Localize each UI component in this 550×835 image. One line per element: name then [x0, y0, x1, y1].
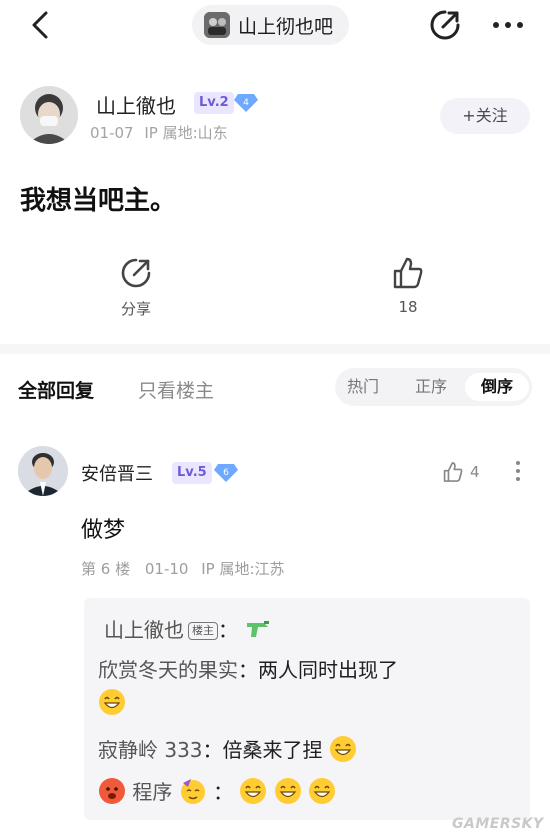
tab-host-only[interactable]: 只看楼主: [138, 376, 214, 403]
like-action[interactable]: 18: [373, 256, 443, 316]
sub-reply-3: 寂静岭 333：倍桑来了捏: [98, 734, 357, 763]
share-icon: [121, 258, 151, 288]
grin-sweat-emoji-icon: [329, 736, 356, 762]
diamond-badge-icon: 4: [234, 94, 258, 112]
post-title: 我想当吧主。: [20, 186, 177, 216]
comment-more-icon[interactable]: [510, 458, 526, 484]
like-count: 18: [398, 298, 418, 316]
post-meta: 01-07 IP 属地:山东: [90, 122, 228, 143]
author-avatar[interactable]: [20, 86, 78, 144]
comment-date: 01-10: [144, 560, 189, 578]
sort-descending[interactable]: 倒序: [465, 373, 529, 401]
sub-reply-author[interactable]: 欣赏冬天的果实: [98, 658, 238, 682]
hot-face-emoji-icon: [99, 778, 125, 804]
comment-like-count: 4: [470, 463, 480, 481]
grin-sweat-emoji-icon: [240, 778, 267, 804]
grin-sweat-emoji-icon: [274, 778, 301, 804]
author-name[interactable]: 山上徹也: [96, 90, 176, 119]
sub-replies[interactable]: 山上徹也 楼主： 欣赏冬天的果实：两人同时出现了 寂静岭 333：倍桑来了捏 程…: [84, 598, 530, 820]
sort-toggle: 热门 正序 倒序: [335, 368, 532, 406]
comment-item: 安倍晋三 Lv.5 6 4 做梦 第 6 楼 01-10 IP 属地:江苏 山上…: [18, 446, 538, 826]
comment-floor: 第 6 楼: [81, 560, 131, 578]
thumbs-up-icon: [443, 462, 463, 482]
thumbs-up-icon: [393, 257, 423, 289]
follow-button[interactable]: +关注: [440, 98, 530, 134]
grin-sweat-emoji-icon: [99, 689, 125, 715]
post-date: 01-07: [90, 124, 134, 142]
chevron-left-icon[interactable]: [28, 10, 52, 40]
comment-like-button[interactable]: 4: [442, 460, 480, 484]
sub-reply-2-emoji: [98, 688, 126, 716]
sub-reply-4: 程序 ：: [98, 776, 336, 805]
commenter-level-badge: Lv.5: [172, 462, 212, 484]
comment-ip-location: IP 属地:江苏: [201, 560, 285, 578]
sub-reply-author[interactable]: 寂静岭 333: [98, 738, 203, 762]
water-gun-icon: [247, 621, 270, 637]
sub-reply-author[interactable]: 程序: [132, 780, 172, 804]
top-bar: 山上彻也吧: [0, 0, 550, 50]
share-icon[interactable]: [428, 8, 462, 42]
comment-text: 做梦: [81, 518, 126, 543]
share-label: 分享: [120, 300, 151, 318]
share-action[interactable]: 分享: [101, 256, 171, 319]
sort-hot[interactable]: 热门: [335, 373, 391, 401]
post-author: 山上徹也 Lv.2 4 01-07 IP 属地:山东 +关注: [20, 86, 530, 146]
host-tag: 楼主: [188, 622, 218, 640]
comment-meta: 第 6 楼 01-10 IP 属地:江苏: [81, 558, 285, 579]
forum-avatar-icon: [204, 12, 230, 38]
sub-reply-2: 欣赏冬天的果实：两人同时出现了: [98, 658, 398, 682]
party-face-emoji-icon: [180, 779, 205, 804]
reply-tabs: 全部回复 只看楼主 热门 正序 倒序: [0, 364, 550, 412]
post-ip-location: IP 属地:山东: [144, 124, 228, 142]
commenter-diamond-icon: 6: [214, 464, 238, 482]
more-icon[interactable]: [490, 10, 526, 40]
commenter-diamond-level: 6: [223, 468, 229, 478]
watermark: GAMERSKY: [452, 816, 544, 832]
sub-reply-text: 两人同时出现了: [258, 658, 398, 682]
level-badge: Lv.2: [194, 92, 234, 114]
forum-name: 山上彻也吧: [238, 15, 334, 38]
commenter-avatar[interactable]: [18, 446, 68, 496]
sort-ascending[interactable]: 正序: [403, 373, 459, 401]
commenter-name[interactable]: 安倍晋三: [81, 460, 153, 486]
forum-header-pill[interactable]: 山上彻也吧: [192, 5, 350, 45]
sub-reply-1: 山上徹也 楼主：: [104, 614, 272, 643]
section-divider: [0, 344, 550, 354]
diamond-level: 4: [243, 98, 249, 108]
tab-all-replies[interactable]: 全部回复: [18, 376, 94, 403]
sub-reply-text: 倍桑来了捏: [222, 738, 323, 762]
grin-sweat-emoji-icon: [309, 778, 336, 804]
sub-reply-author[interactable]: 山上徹也: [104, 618, 184, 642]
